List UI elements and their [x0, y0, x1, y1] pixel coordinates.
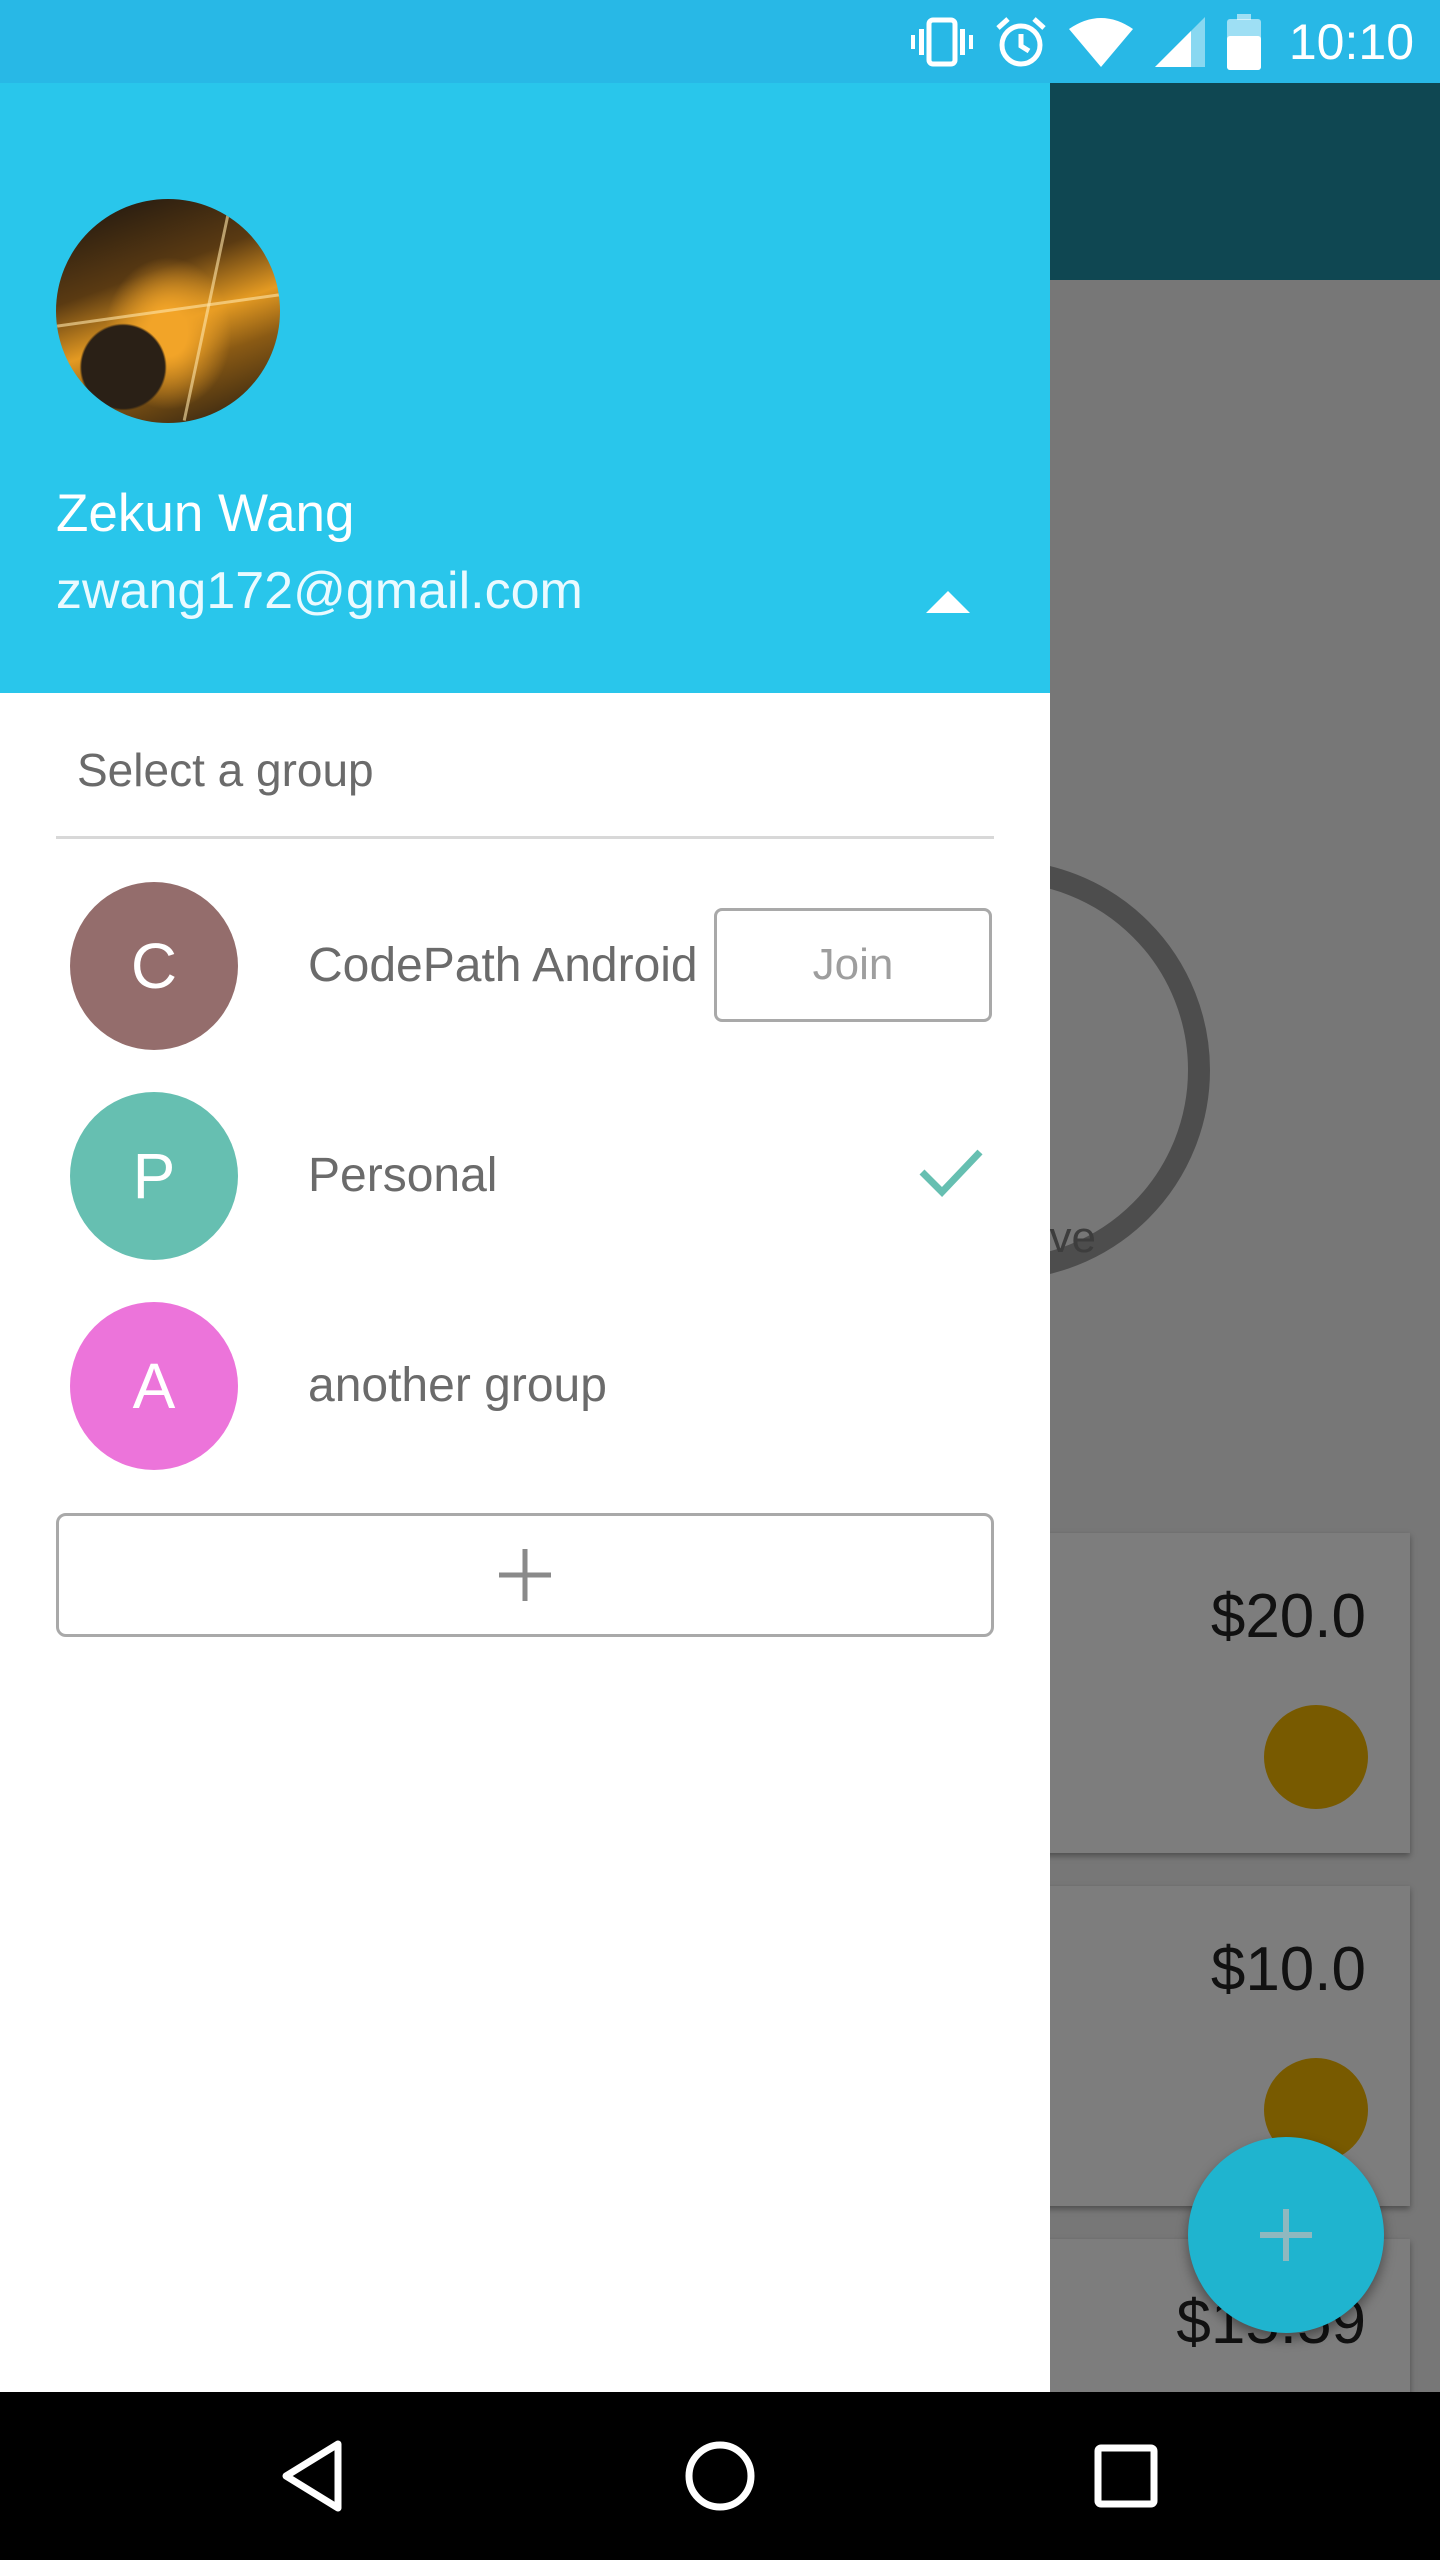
cell-signal-icon	[1154, 16, 1205, 67]
status-bar: 10:10	[0, 0, 1440, 83]
vibrate-icon	[910, 17, 973, 66]
recents-icon	[1094, 2444, 1158, 2508]
wifi-icon	[1068, 17, 1133, 67]
plus-icon	[1260, 2209, 1312, 2261]
group-item-another-group[interactable]: A another group	[0, 1286, 1050, 1486]
group-avatar: P	[70, 1092, 238, 1260]
group-name: Personal	[308, 1149, 498, 1202]
alarm-icon	[996, 16, 1046, 66]
arrow-up-icon	[926, 591, 970, 613]
drawer-header: Zekun Wang zwang172@gmail.com	[0, 83, 1050, 693]
group-name: another group	[308, 1359, 607, 1412]
status-icons: 10:10	[910, 0, 1414, 83]
account-dropdown-toggle[interactable]	[918, 583, 978, 623]
user-email: zwang172@gmail.com	[56, 562, 583, 620]
divider	[56, 836, 994, 839]
group-avatar: A	[70, 1302, 238, 1470]
check-icon	[919, 1149, 983, 1198]
recents-button[interactable]	[1086, 2436, 1166, 2516]
user-avatar[interactable]	[56, 199, 280, 423]
battery-icon	[1226, 13, 1261, 70]
group-avatar: C	[70, 882, 238, 1050]
user-name: Zekun Wang	[56, 484, 355, 543]
back-icon	[282, 2440, 342, 2512]
add-group-button[interactable]	[56, 1513, 994, 1637]
select-group-heading: Select a group	[77, 744, 374, 796]
group-name: CodePath Android	[308, 939, 698, 992]
status-time: 10:10	[1288, 13, 1414, 70]
system-nav-bar	[0, 2392, 1440, 2560]
back-button[interactable]	[276, 2436, 356, 2516]
plus-icon	[499, 1549, 551, 1601]
join-button[interactable]: Join	[714, 908, 992, 1022]
navigation-drawer: Zekun Wang zwang172@gmail.com Select a g…	[0, 83, 1050, 2392]
home-icon	[685, 2441, 755, 2511]
group-item-personal[interactable]: P Personal	[0, 1076, 1050, 1276]
add-expense-fab[interactable]	[1188, 2137, 1384, 2333]
home-button[interactable]	[680, 2436, 760, 2516]
group-item-codepath-android[interactable]: C CodePath Android Join	[0, 866, 1050, 1066]
